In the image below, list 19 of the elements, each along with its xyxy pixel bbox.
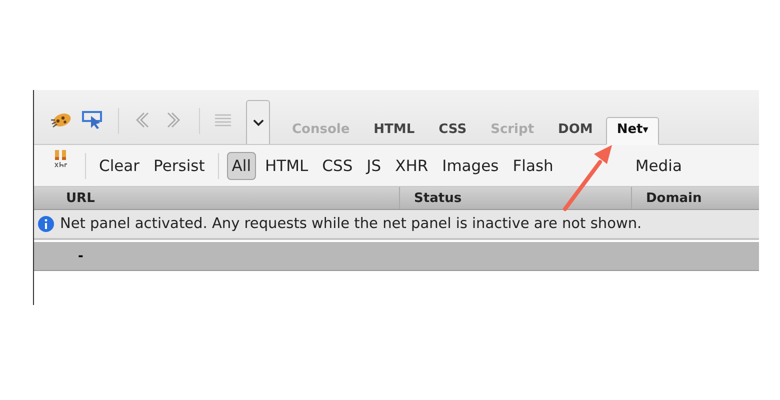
filter-button[interactable]: Images [437,152,504,180]
filter-button[interactable]: XHR [390,152,434,180]
filter-button[interactable]: CSS [317,152,358,180]
panel-tab[interactable]: DOM [547,117,604,144]
column-header[interactable]: Domain [632,187,759,209]
panel-tab[interactable]: HTML [362,117,426,144]
toolbar-button[interactable]: Persist [148,152,210,180]
filter-button[interactable]: Media [630,152,687,180]
column-header[interactable]: URL [34,187,400,209]
filter-button[interactable]: HTML [260,152,314,180]
panel-tab[interactable]: CSS [428,117,478,144]
filter-button[interactable]: Flash [508,152,558,180]
panel-tab[interactable]: Net▾ [606,117,660,145]
toolbar-button[interactable]: Clear [94,152,145,180]
column-header[interactable]: Status [400,187,632,209]
info-message: Net panel activated. Any requests while the net panel is inactive are not shown. [60,216,642,232]
filter-button[interactable]: JS [362,152,386,180]
filter-button[interactable]: All [226,152,256,180]
summary-row: - [34,242,759,271]
